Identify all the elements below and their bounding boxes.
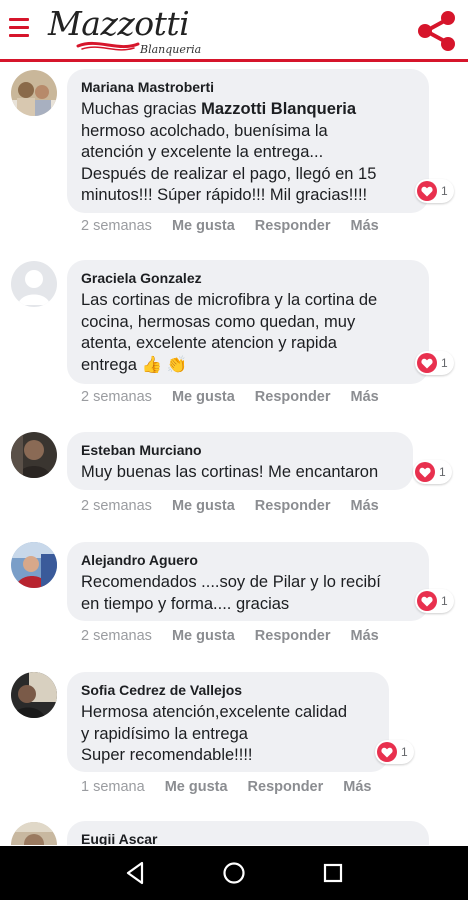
comment-text: Muy buenas las cortinas! Me encantaron bbox=[81, 463, 379, 481]
reply-button[interactable]: Responder bbox=[255, 498, 331, 514]
comment-bubble: Eugii Ascar bbox=[67, 821, 429, 845]
thumbs-clap-emoji: 👍 👏 bbox=[141, 355, 188, 374]
reply-button[interactable]: Responder bbox=[248, 779, 324, 795]
comment-author[interactable]: Sofia Cedrez de Vallejos bbox=[81, 681, 375, 699]
like-button[interactable]: Me gusta bbox=[165, 779, 228, 795]
comment-author[interactable]: Eugii Ascar bbox=[81, 830, 415, 845]
mazzotti-logo[interactable]: Mazzotti Blanqueria bbox=[38, 2, 201, 58]
app-screen: Mazzotti Blanqueria Mariana Mastroberti … bbox=[0, 0, 468, 900]
comment-author[interactable]: Esteban Murciano bbox=[81, 441, 399, 459]
page-mention[interactable]: Mazzotti Blanqueria bbox=[201, 100, 356, 118]
avatar[interactable] bbox=[11, 432, 57, 478]
share-icon[interactable] bbox=[414, 8, 460, 54]
reply-button[interactable]: Responder bbox=[255, 628, 331, 644]
hamburger-menu-icon[interactable] bbox=[9, 18, 29, 40]
home-icon[interactable] bbox=[219, 858, 249, 888]
comment-text: Recomendados ....soy de Pilar y lo recib… bbox=[81, 573, 381, 613]
avatar[interactable] bbox=[11, 70, 57, 116]
more-button[interactable]: Más bbox=[351, 498, 379, 514]
reaction-count[interactable]: 1 bbox=[415, 351, 454, 375]
comment-time[interactable]: 2 semanas bbox=[81, 498, 152, 514]
reaction-count[interactable]: 1 bbox=[413, 460, 452, 484]
comment-time[interactable]: 2 semanas bbox=[81, 218, 152, 234]
comment-author[interactable]: Graciela Gonzalez bbox=[81, 269, 415, 287]
comment-bubble: Mariana Mastroberti Muchas gracias Mazzo… bbox=[67, 69, 429, 213]
comment-actions: 1 semana Me gusta Responder Más bbox=[81, 779, 392, 795]
reaction-count[interactable]: 1 bbox=[375, 740, 414, 764]
comment-text: Muchas gracias Mazzotti Blanqueria hermo… bbox=[81, 100, 377, 204]
comment-author[interactable]: Mariana Mastroberti bbox=[81, 78, 415, 96]
comment-actions: 2 semanas Me gusta Responder Más bbox=[81, 628, 399, 644]
recents-icon[interactable] bbox=[318, 858, 348, 888]
comment-bubble: Sofia Cedrez de Vallejos Hermosa atenció… bbox=[67, 672, 389, 772]
avatar[interactable] bbox=[11, 672, 57, 718]
reaction-count[interactable]: 1 bbox=[415, 589, 454, 613]
love-reaction-icon bbox=[417, 591, 437, 611]
reply-button[interactable]: Responder bbox=[255, 389, 331, 405]
comment-text: Las cortinas de microfibra y la cortina … bbox=[81, 291, 378, 374]
back-icon[interactable] bbox=[120, 858, 150, 888]
comment-time[interactable]: 2 semanas bbox=[81, 389, 152, 405]
reaction-count[interactable]: 1 bbox=[415, 179, 454, 203]
love-reaction-icon bbox=[417, 353, 437, 373]
avatar[interactable] bbox=[11, 822, 57, 845]
comments-feed[interactable]: Mariana Mastroberti Muchas gracias Mazzo… bbox=[0, 65, 468, 845]
comment-actions: 2 semanas Me gusta Responder Más bbox=[81, 498, 399, 514]
love-reaction-icon bbox=[415, 462, 435, 482]
comment-text: Hermosa atención,excelente calidad y rap… bbox=[81, 703, 347, 764]
comment-author[interactable]: Alejandro Aguero bbox=[81, 551, 415, 569]
comment-actions: 2 semanas Me gusta Responder Más bbox=[81, 218, 399, 234]
more-button[interactable]: Más bbox=[351, 218, 379, 234]
comment-bubble: Esteban Murciano Muy buenas las cortinas… bbox=[67, 432, 413, 490]
like-button[interactable]: Me gusta bbox=[172, 218, 235, 234]
app-header: Mazzotti Blanqueria bbox=[0, 0, 468, 62]
system-navigation-bar bbox=[0, 846, 468, 900]
comment-time[interactable]: 1 semana bbox=[81, 779, 145, 795]
love-reaction-icon bbox=[417, 181, 437, 201]
more-button[interactable]: Más bbox=[343, 779, 371, 795]
avatar[interactable] bbox=[11, 261, 57, 307]
love-reaction-icon bbox=[377, 742, 397, 762]
more-button[interactable]: Más bbox=[351, 389, 379, 405]
comment-bubble: Graciela Gonzalez Las cortinas de microf… bbox=[67, 260, 429, 384]
like-button[interactable]: Me gusta bbox=[172, 389, 235, 405]
reply-button[interactable]: Responder bbox=[255, 218, 331, 234]
comment-actions: 2 semanas Me gusta Responder Más bbox=[81, 389, 399, 405]
logo-brand-text: Mazzotti bbox=[48, 4, 190, 43]
logo-sub-text: Blanqueria bbox=[140, 43, 202, 56]
more-button[interactable]: Más bbox=[351, 628, 379, 644]
like-button[interactable]: Me gusta bbox=[172, 498, 235, 514]
like-button[interactable]: Me gusta bbox=[172, 628, 235, 644]
comment-time[interactable]: 2 semanas bbox=[81, 628, 152, 644]
comment-bubble: Alejandro Aguero Recomendados ....soy de… bbox=[67, 542, 429, 621]
avatar[interactable] bbox=[11, 542, 57, 588]
